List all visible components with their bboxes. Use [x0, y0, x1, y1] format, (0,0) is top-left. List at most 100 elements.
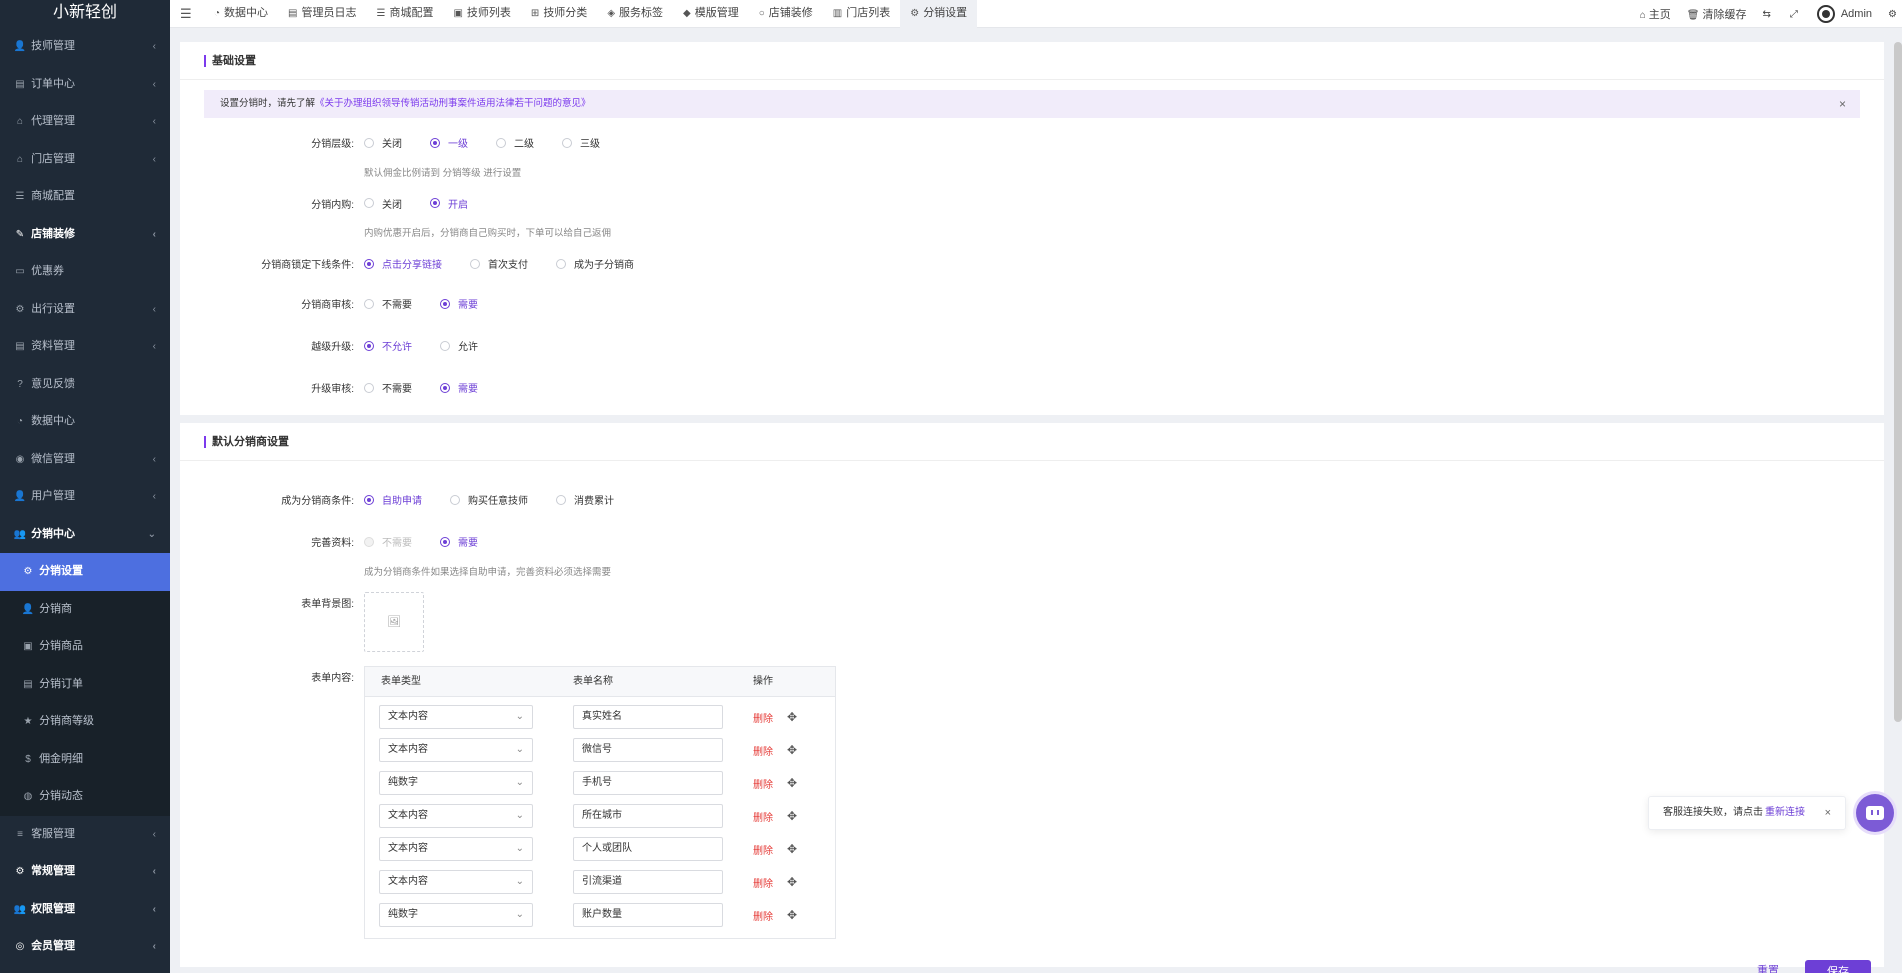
scrollbar[interactable] — [1894, 42, 1902, 722]
radio-option[interactable]: 自助申请 — [364, 492, 422, 507]
delete-link[interactable]: 删除 — [753, 875, 773, 890]
sidebar-subitem[interactable]: ▣ 分销商品 — [0, 628, 170, 666]
tab[interactable]: ▥ 门店列表 — [823, 0, 900, 28]
sidebar-group-distribution[interactable]: 👥 分销中心 ⌄ — [0, 516, 170, 554]
radio-option[interactable]: 允许 — [440, 338, 478, 353]
delete-link[interactable]: 删除 — [753, 809, 773, 824]
sidebar-subitem[interactable]: $ 佣金明细 — [0, 741, 170, 779]
radio-option[interactable]: 点击分享链接 — [364, 256, 442, 271]
radio-option[interactable]: 不需要 — [364, 380, 412, 395]
save-button[interactable]: 保存 — [1805, 960, 1871, 973]
radio-option[interactable]: 二级 — [496, 135, 534, 150]
field-name-input[interactable]: 所在城市 — [573, 804, 723, 828]
reconnect-link[interactable]: 重新连接 — [1765, 807, 1805, 818]
sidebar-subitem[interactable]: ◍ 分销动态 — [0, 778, 170, 816]
sidebar-item[interactable]: ? 意见反馈 — [0, 366, 170, 404]
radio-option[interactable]: 需要 — [440, 380, 478, 395]
close-icon[interactable]: × — [1839, 90, 1846, 118]
tab[interactable]: ○ 店铺装修 — [749, 0, 823, 28]
sidebar-item[interactable]: ⌂ 门店管理 ‹ — [0, 141, 170, 179]
sidebar-subitem[interactable]: ⚙ 分销设置 — [0, 553, 170, 591]
radio-option[interactable]: 关闭 — [364, 135, 402, 150]
user-menu[interactable]: Admin — [1816, 5, 1872, 23]
field-name-input[interactable]: 个人或团队 — [573, 837, 723, 861]
tab[interactable]: ◆ 模版管理 — [673, 0, 749, 28]
tab[interactable]: ▤ 管理员日志 — [278, 0, 366, 28]
sidebar-item[interactable]: ✎ 店铺装修 ‹ — [0, 216, 170, 254]
radio-option[interactable]: 需要 — [440, 296, 478, 311]
tab[interactable]: ◈ 服务标签 — [597, 0, 673, 28]
radio-option[interactable]: 关闭 — [364, 196, 402, 211]
radio-option[interactable]: 开启 — [430, 196, 468, 211]
field-type-select[interactable]: 文本内容 ⌄ — [379, 870, 533, 894]
field-name-input[interactable]: 真实姓名 — [573, 705, 723, 729]
drag-handle-icon[interactable]: ✥ — [787, 710, 797, 724]
tab[interactable]: ⚙ 分销设置 — [900, 0, 978, 28]
field-name-input[interactable]: 账户数量 — [573, 903, 723, 927]
notice-link[interactable]: 《关于办理组织领导传销活动刑事案件适用法律若干问题的意见》 — [315, 98, 591, 109]
sidebar-item[interactable]: ⚙ 出行设置 ‹ — [0, 291, 170, 329]
drag-handle-icon[interactable]: ✥ — [787, 743, 797, 757]
sidebar-subitem[interactable]: ▤ 分销订单 — [0, 666, 170, 704]
radio-option[interactable]: 消费累计 — [556, 492, 614, 507]
field-type-select[interactable]: 文本内容 ⌄ — [379, 804, 533, 828]
field-name-input[interactable]: 微信号 — [573, 738, 723, 762]
radio-option[interactable]: 首次支付 — [470, 256, 528, 271]
chat-button[interactable] — [1856, 794, 1894, 832]
radio-option[interactable]: 需要 — [440, 534, 478, 549]
sidebar-item[interactable]: 👤 技师管理 ‹ — [0, 28, 170, 66]
delete-link[interactable]: 删除 — [753, 710, 773, 725]
radio-option[interactable]: 三级 — [562, 135, 600, 150]
drag-handle-icon[interactable]: ✥ — [787, 842, 797, 856]
sidebar-subitem[interactable]: ★ 分销商等级 — [0, 703, 170, 741]
sidebar-item[interactable]: ◔ 数据中心 — [0, 403, 170, 441]
sidebar-item[interactable]: ◉ 微信管理 ‹ — [0, 441, 170, 479]
drag-handle-icon[interactable]: ✥ — [787, 875, 797, 889]
sidebar-item[interactable]: ◎ 会员管理 ‹ — [0, 928, 170, 966]
field-type-select[interactable]: 文本内容 ⌄ — [379, 738, 533, 762]
sidebar-item[interactable]: ▤ 资料管理 ‹ — [0, 328, 170, 366]
drag-handle-icon[interactable]: ✥ — [787, 809, 797, 823]
field-type-select[interactable]: 纯数字 ⌄ — [379, 903, 533, 927]
settings-button[interactable]: ⚙ — [1888, 8, 1900, 20]
brand-logo[interactable]: 小新轻创 — [0, 0, 170, 28]
delete-link[interactable]: 删除 — [753, 743, 773, 758]
reset-button[interactable]: 重置 — [1757, 962, 1779, 973]
sidebar-item[interactable]: ☰ 商城配置 — [0, 178, 170, 216]
sidebar-subitem[interactable]: 👤 分销商 — [0, 591, 170, 629]
tab[interactable]: ⊞ 技师分类 — [521, 0, 597, 28]
language-button[interactable]: ⇆ — [1762, 8, 1773, 20]
radio-option[interactable]: 不需要 — [364, 534, 412, 549]
sidebar-item[interactable]: ▤ 订单中心 ‹ — [0, 66, 170, 104]
radio-option[interactable]: 成为子分销商 — [556, 256, 634, 271]
field-type-select[interactable]: 文本内容 ⌄ — [379, 837, 533, 861]
sidebar-item[interactable]: ⚙ 常规管理 ‹ — [0, 853, 170, 891]
image-upload[interactable]: 🖼 — [364, 591, 424, 652]
drag-handle-icon[interactable]: ✥ — [787, 908, 797, 922]
radio-option[interactable]: 一级 — [430, 135, 468, 150]
sidebar-item[interactable]: ⌂ 代理管理 ‹ — [0, 103, 170, 141]
sidebar-item[interactable]: 👥 权限管理 ‹ — [0, 891, 170, 929]
radio-option[interactable]: 不允许 — [364, 338, 412, 353]
tab[interactable]: ◔ 数据中心 — [204, 0, 278, 28]
menu-toggle-icon[interactable]: ☰ — [180, 6, 192, 22]
delete-link[interactable]: 删除 — [753, 776, 773, 791]
delete-link[interactable]: 删除 — [753, 908, 773, 923]
tab[interactable]: ☰ 商城配置 — [367, 0, 444, 28]
sidebar-item[interactable]: 👤 用户管理 ‹ — [0, 478, 170, 516]
field-type-select[interactable]: 文本内容 ⌄ — [379, 705, 533, 729]
delete-link[interactable]: 删除 — [753, 842, 773, 857]
clear-cache-button[interactable]: 🗑 清除缓存 — [1687, 6, 1747, 22]
radio-option[interactable]: 购买任意技师 — [450, 492, 528, 507]
home-link[interactable]: ⌂ 主页 — [1640, 6, 1671, 22]
sidebar-item[interactable]: ≡ 客服管理 ‹ — [0, 816, 170, 854]
drag-handle-icon[interactable]: ✥ — [787, 776, 797, 790]
field-name-input[interactable]: 手机号 — [573, 771, 723, 795]
field-name-input[interactable]: 引流渠道 — [573, 870, 723, 894]
field-type-select[interactable]: 纯数字 ⌄ — [379, 771, 533, 795]
radio-option[interactable]: 不需要 — [364, 296, 412, 311]
sidebar-item[interactable]: ▭ 优惠券 — [0, 253, 170, 291]
tab[interactable]: ▣ 技师列表 — [443, 0, 520, 28]
close-icon[interactable]: × — [1825, 797, 1831, 829]
fullscreen-button[interactable]: ⤢ — [1790, 8, 1801, 20]
